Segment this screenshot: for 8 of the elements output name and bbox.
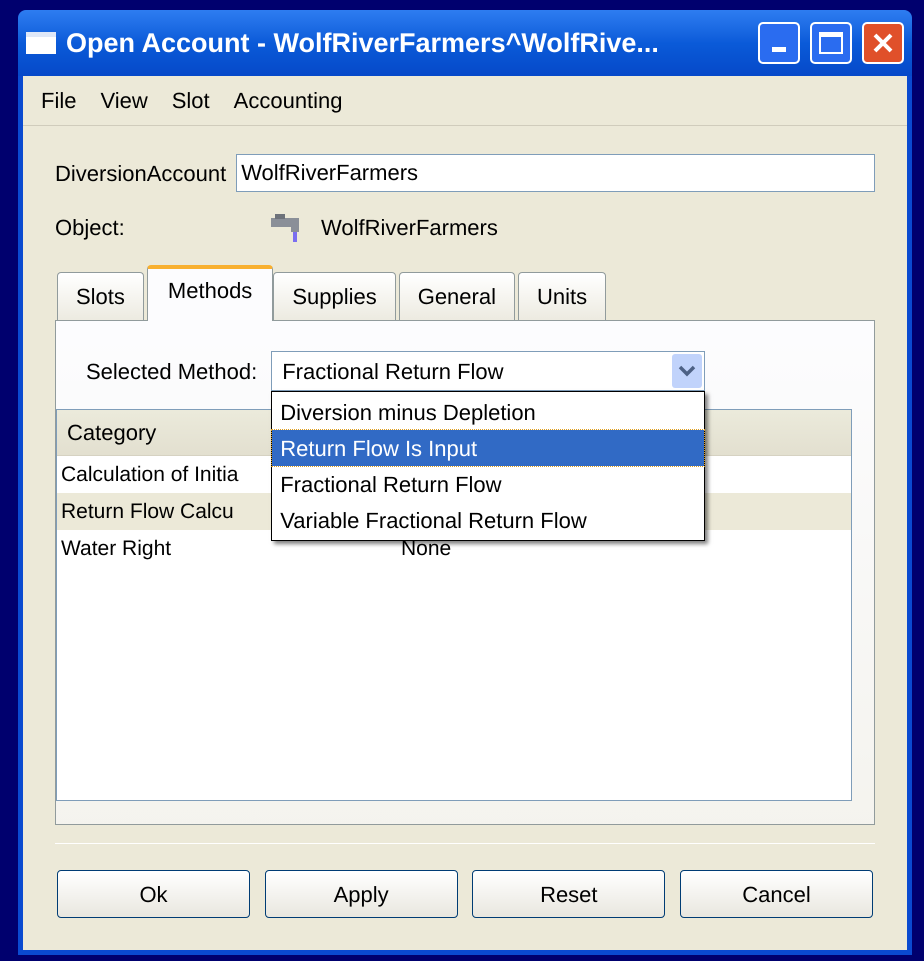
object-label: Object: — [55, 214, 126, 242]
method-label: Selected Method: — [86, 358, 258, 386]
window-title: Open Account - WolfRiverFarmers^WolfRive... — [66, 26, 660, 60]
table-cell: Return Flow Calcu — [61, 500, 234, 523]
table-cell: Water Right — [61, 536, 172, 560]
object-name: WolfRiverFarmers — [321, 214, 498, 242]
table-cell: None — [401, 536, 452, 560]
field-label: DiversionAccount — [55, 160, 226, 188]
